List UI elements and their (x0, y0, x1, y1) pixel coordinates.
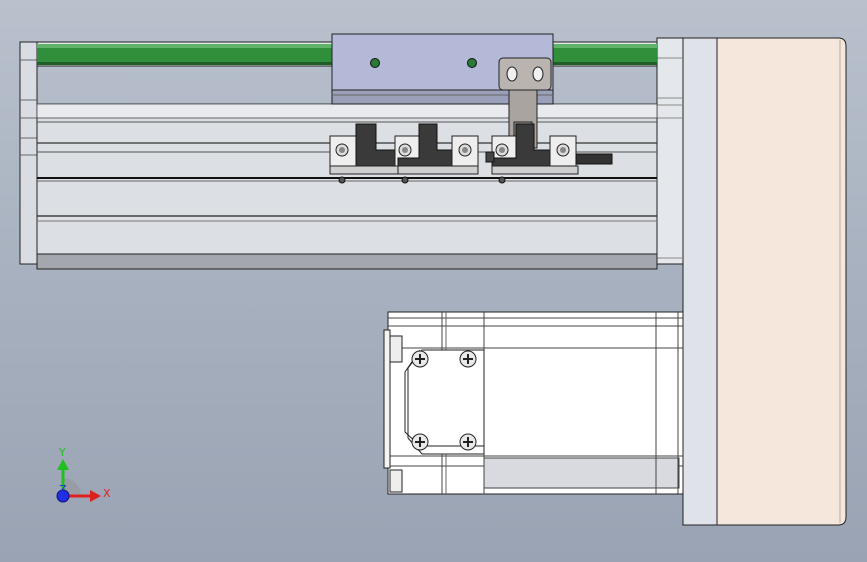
flange-screw-4 (459, 433, 477, 451)
end-housing (682, 37, 847, 526)
x-axis-label: X (103, 487, 111, 500)
z-axis-label: Z (59, 483, 67, 496)
cad-viewport[interactable]: Y X Z (0, 0, 867, 562)
y-axis-label: Y (58, 446, 66, 459)
carriage-pin-right (467, 58, 477, 68)
carriage-pin-left (370, 58, 380, 68)
motor-gearbox (383, 311, 684, 495)
flange-screw-1 (411, 350, 429, 368)
coordinate-triad: Y X Z (56, 446, 111, 503)
flange-screw-2 (459, 350, 477, 368)
flange-screw-3 (411, 433, 429, 451)
